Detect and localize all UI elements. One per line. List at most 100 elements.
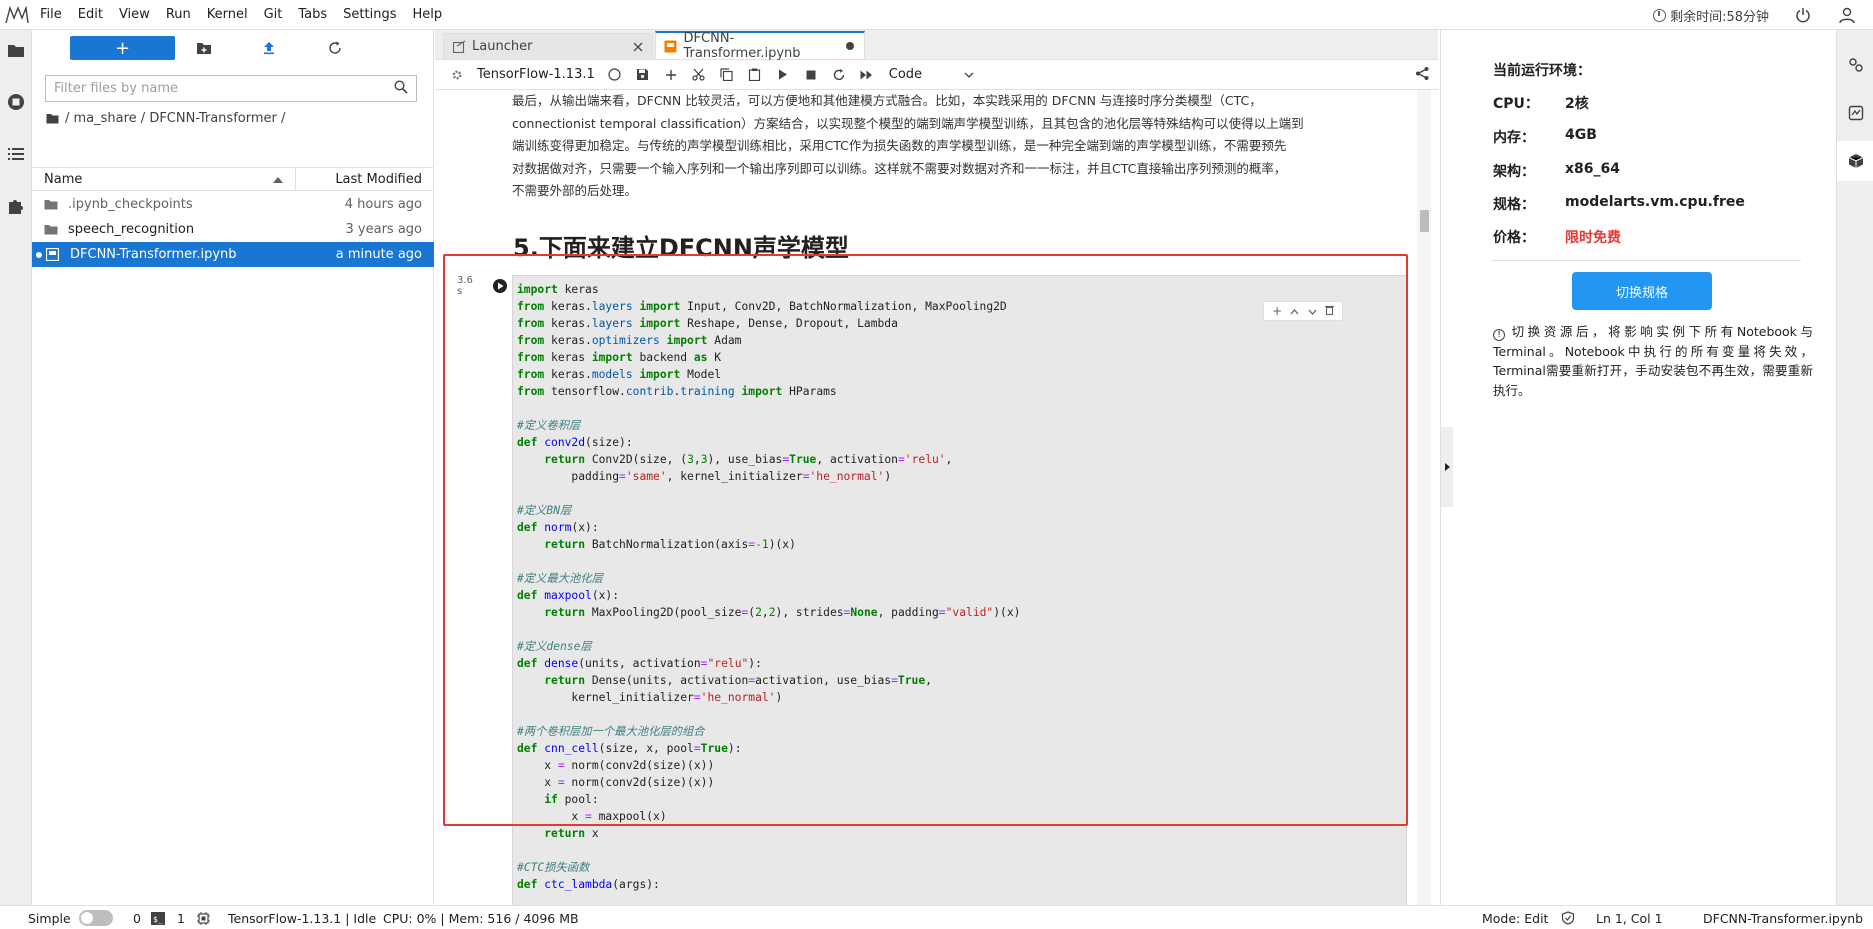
save-icon[interactable] [629,63,657,87]
upload-icon[interactable] [260,39,278,57]
simple-mode: Simple [28,906,113,929]
run-icon[interactable] [769,63,797,87]
fast-forward-icon[interactable] [853,63,881,87]
cell-type-value: Code [888,67,923,82]
env-row-memory: 内存： 4GB [1493,127,1597,147]
info-icon: ! [1493,329,1505,341]
markdown-line: connectionist temporal classification）方案… [512,115,1304,131]
paste-icon[interactable] [741,63,769,87]
menu-kernel[interactable]: Kernel [199,0,256,30]
env-value: 4GB [1565,127,1597,143]
collapse-panel-handle[interactable] [1441,427,1453,507]
file-name: speech_recognition [68,222,195,237]
kernel-count[interactable]: 1 [177,906,210,929]
markdown-cell[interactable]: 最后，从输出端来看，DFCNN 比较灵活，可以方便地和其他建模方式融合。比如，本… [512,90,1382,203]
refresh-icon[interactable] [326,39,344,57]
chevron-down-icon [964,72,974,78]
env-label: 架构： [1493,164,1535,180]
menu-help[interactable]: Help [405,0,451,30]
unsaved-dot-icon[interactable] [844,40,856,52]
folder-icon [44,198,60,212]
tab-label: Launcher [472,39,533,54]
scrollbar-thumb[interactable] [1420,210,1429,232]
debugger-icon[interactable] [1837,93,1873,133]
stop-icon[interactable] [797,63,825,87]
file-filter-input[interactable] [54,81,394,96]
svg-text:$_: $_ [153,915,163,924]
new-launcher-button[interactable]: + [70,36,175,60]
close-icon[interactable] [632,41,644,53]
file-list-header: Name Last Modified [32,167,434,191]
menu-settings[interactable]: Settings [335,0,404,30]
file-modified: a minute ago [335,247,422,262]
tab-bar: Launcher DFCNN-Transformer.ipynb [435,30,1438,61]
switch-spec-button[interactable]: 切换规格 [1572,272,1712,310]
menu-run[interactable]: Run [158,0,199,30]
env-value: modelarts.vm.cpu.free [1565,194,1745,210]
toc-icon[interactable] [0,134,32,174]
menu-view[interactable]: View [111,0,158,30]
add-cell-icon[interactable] [657,63,685,87]
cut-icon[interactable] [685,63,713,87]
file-row-notebook[interactable]: DFCNN-Transformer.ipynb a minute ago [32,242,434,267]
tab-launcher[interactable]: Launcher [443,33,653,59]
restart-icon[interactable] [825,63,853,87]
kernel-name[interactable]: TensorFlow-1.13.1 [471,67,601,82]
name-column-header[interactable]: Name [32,167,296,191]
modified-column-header[interactable]: Last Modified [296,172,434,187]
menu-file[interactable]: File [32,0,70,30]
file-row-checkpoints[interactable]: .ipynb_checkpoints 4 hours ago [32,192,434,217]
terminal-count-value: 0 [133,910,141,926]
env-value: x86_64 [1565,161,1620,177]
share-icon[interactable] [1415,66,1430,85]
file-name: .ipynb_checkpoints [68,197,193,212]
modelarts-logo-icon [2,0,32,30]
env-row-arch: 架构： x86_64 [1493,161,1620,181]
launcher-icon [452,40,466,54]
env-value: 2核 [1565,96,1589,112]
breadcrumb-path[interactable]: / ma_share / DFCNN-Transformer / [65,111,285,126]
simple-mode-toggle[interactable] [78,910,113,926]
menu-tabs[interactable]: Tabs [290,0,335,30]
markdown-line: 对数据做对齐，只需要一个输入序列和一个输出序列即可以训练。这样就不需要对数据对齐… [512,160,1287,176]
copy-icon[interactable] [713,63,741,87]
resource-cube-icon[interactable] [1837,141,1873,181]
env-label: 内存： [1493,130,1535,146]
folder-icon[interactable] [0,30,32,70]
trust-icon[interactable] [1561,906,1575,929]
user-icon[interactable] [1837,5,1857,25]
tab-notebook[interactable]: DFCNN-Transformer.ipynb [655,31,865,61]
folder-icon[interactable] [46,113,59,124]
file-row-speech-recognition[interactable]: speech_recognition 3 years ago [32,217,434,242]
menu-edit[interactable]: Edit [70,0,111,30]
settings-gear-icon[interactable] [443,63,471,87]
env-row-spec: 规格： modelarts.vm.cpu.free [1493,194,1745,214]
cursor-position[interactable]: Ln 1, Col 1 [1596,906,1663,929]
running-icon[interactable] [0,82,32,122]
timer-icon [1653,8,1667,22]
cell-type-select[interactable]: Code [889,67,974,82]
kernel-status[interactable]: TensorFlow-1.13.1 | Idle [228,906,376,929]
file-filter [45,75,417,102]
markdown-line: 端训练变得更加稳定。与传统的声学模型训练相比，采用CTC作为损失函数的声学模型训… [512,138,1287,153]
remaining-time: 剩余时间:58分钟 [1653,6,1769,25]
file-list: .ipynb_checkpoints 4 hours ago speech_re… [32,192,434,267]
new-folder-icon[interactable] [195,39,213,57]
notebook-scrollbar[interactable] [1417,90,1431,905]
file-modified: 3 years ago [345,222,422,237]
status-bar: Simple 0 $_ 1 TensorFlow-1.13.1 | Idle C… [0,905,1873,929]
editor-mode: Mode: Edit [1482,910,1549,926]
sort-up-icon [273,172,283,187]
terminal-count[interactable]: 0 $_ [133,906,165,929]
power-icon[interactable] [1793,5,1813,25]
markdown-line: 不需要外部的后处理。 [512,183,638,198]
property-inspector-icon[interactable] [1837,45,1873,85]
extension-icon[interactable] [0,186,32,226]
highlight-box [443,254,1408,826]
switch-notice: ! 切换资源后，将影响实例下所有Notebook与Terminal。Noteboo… [1493,322,1813,400]
env-label: 规格： [1493,197,1535,213]
tab-label: DFCNN-Transformer.ipynb [683,31,801,61]
env-title: 当前运行环境： [1493,63,1591,79]
menu-git[interactable]: Git [256,0,291,30]
kernel-count-value: 1 [177,910,185,926]
